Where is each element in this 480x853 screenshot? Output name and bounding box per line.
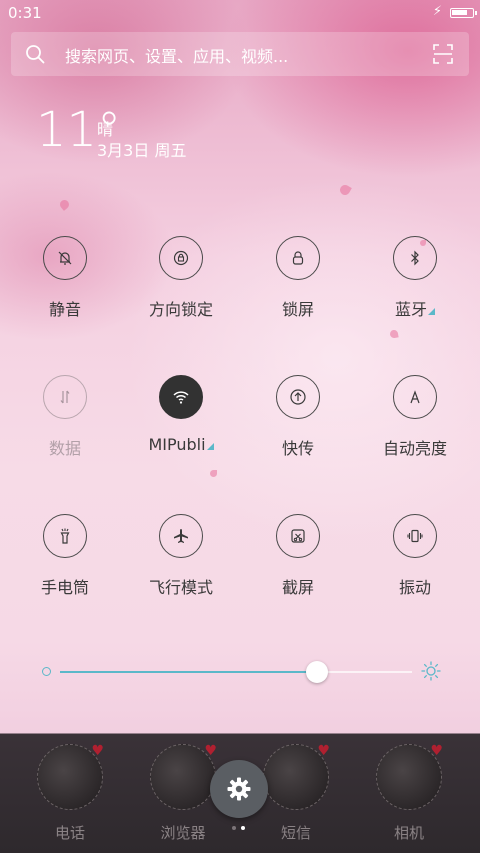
brightness-track[interactable]: [60, 661, 412, 683]
more-options-indicator[interactable]: [206, 443, 214, 450]
toggle-screenshot[interactable]: 截屏: [243, 514, 353, 624]
toggle-label: MIPubli: [126, 435, 236, 454]
heart-decoration-icon: ♥: [430, 743, 443, 759]
toggle-label: 快传: [243, 435, 353, 459]
toggle-label-text: 手电筒: [40, 578, 89, 597]
auto-brightness-icon[interactable]: [393, 375, 437, 419]
toggle-vibrate[interactable]: 振动: [360, 514, 470, 624]
wifi-icon[interactable]: [159, 375, 203, 419]
toggle-label: 数据: [10, 435, 120, 459]
toggle-label-text: 蓝牙: [394, 300, 427, 319]
bluetooth-icon[interactable]: [393, 236, 437, 280]
search-icon: [26, 45, 45, 64]
brightness-low-icon: [42, 667, 51, 676]
toggle-label: 手电筒: [10, 574, 120, 598]
petal-decoration: [58, 198, 71, 211]
settings-button[interactable]: [210, 760, 268, 818]
control-center-screen: 0:31 ⚡ 搜索网页、设置、应用、视频... 11° 晴 3月3日 周五 静音…: [0, 0, 480, 853]
messages-app-icon[interactable]: ♥: [263, 743, 330, 810]
brightness-fill: [60, 671, 317, 673]
battery-level: [452, 10, 467, 15]
toggle-flashlight[interactable]: 手电筒: [10, 514, 120, 624]
status-time: 0:31: [8, 4, 42, 22]
dock-app-label: 电话: [54, 824, 85, 842]
toggle-auto-brightness[interactable]: 自动亮度: [360, 375, 470, 485]
toggle-label-text: 数据: [48, 439, 81, 458]
toggle-wifi[interactable]: MIPubli: [126, 375, 236, 485]
toggle-label: 方向锁定: [126, 296, 236, 320]
heart-decoration-icon: ♥: [317, 743, 330, 759]
toggle-label-text: 截屏: [281, 578, 314, 597]
toggle-label: 锁屏: [243, 296, 353, 320]
toggle-bluetooth[interactable]: 蓝牙: [360, 236, 470, 346]
toggle-label-text: MIPubli: [148, 435, 206, 454]
battery-icon: [450, 8, 477, 18]
quick-transfer-icon[interactable]: [276, 375, 320, 419]
charging-icon: ⚡: [432, 4, 442, 19]
phone-app[interactable]: ♥ 电话: [37, 743, 104, 844]
search-input[interactable]: 搜索网页、设置、应用、视频...: [65, 43, 288, 67]
toggle-bell-off[interactable]: 静音: [10, 236, 120, 346]
toggle-mobile-data[interactable]: 数据: [10, 375, 120, 485]
brightness-slider[interactable]: [40, 655, 445, 689]
status-bar: 0:31 ⚡: [0, 0, 480, 26]
toggle-lock[interactable]: 锁屏: [243, 236, 353, 346]
dock-app-label: 短信: [280, 824, 311, 842]
page-dot[interactable]: [232, 826, 236, 830]
toggle-label-text: 静音: [48, 300, 81, 319]
toggle-label-text: 方向锁定: [148, 300, 213, 319]
camera-app[interactable]: ♥ 相机: [376, 743, 443, 844]
more-options-indicator[interactable]: [428, 308, 435, 315]
dock-app-label: 浏览器: [160, 824, 206, 842]
browser-app-icon[interactable]: ♥: [150, 743, 217, 810]
bell-off-icon[interactable]: [43, 236, 87, 280]
vibrate-icon[interactable]: [393, 514, 437, 558]
airplane-icon[interactable]: [159, 514, 203, 558]
toggle-label: 截屏: [243, 574, 353, 598]
toggle-rotation-lock[interactable]: 方向锁定: [126, 236, 236, 346]
flashlight-icon[interactable]: [43, 514, 87, 558]
dock-app-label: 相机: [393, 824, 424, 842]
heart-decoration-icon: ♥: [91, 743, 104, 759]
screenshot-icon[interactable]: [276, 514, 320, 558]
toggle-label-text: 振动: [398, 578, 431, 597]
toggle-label: 自动亮度: [360, 435, 470, 459]
gear-icon: [227, 777, 251, 801]
toggle-label-text: 快传: [281, 439, 314, 458]
toggle-label: 蓝牙: [360, 296, 470, 320]
rotation-lock-icon[interactable]: [159, 236, 203, 280]
brightness-knob[interactable]: [306, 661, 328, 683]
toggle-label-text: 飞行模式: [148, 578, 213, 597]
brightness-high-icon: [421, 661, 441, 681]
mobile-data-icon[interactable]: [43, 375, 87, 419]
toggle-label-text: 自动亮度: [382, 439, 447, 458]
scan-icon[interactable]: [433, 44, 453, 64]
toggle-label: 振动: [360, 574, 470, 598]
heart-decoration-icon: ♥: [204, 743, 217, 759]
page-dot[interactable]: [241, 826, 245, 830]
toggle-airplane[interactable]: 飞行模式: [126, 514, 236, 624]
weather-date: 3月3日 周五: [97, 141, 187, 160]
phone-app-icon[interactable]: ♥: [37, 743, 104, 810]
search-bar[interactable]: 搜索网页、设置、应用、视频...: [11, 32, 469, 76]
messages-app[interactable]: ♥ 短信: [263, 743, 330, 844]
camera-app-icon[interactable]: ♥: [376, 743, 443, 810]
browser-app[interactable]: ♥ 浏览器: [150, 743, 217, 844]
lock-icon[interactable]: [276, 236, 320, 280]
toggle-label-text: 锁屏: [281, 300, 314, 319]
toggle-label: 飞行模式: [126, 574, 236, 598]
toggle-quick-transfer[interactable]: 快传: [243, 375, 353, 485]
toggle-label: 静音: [10, 296, 120, 320]
page-indicator: [232, 826, 252, 832]
petal-decoration: [338, 183, 352, 197]
